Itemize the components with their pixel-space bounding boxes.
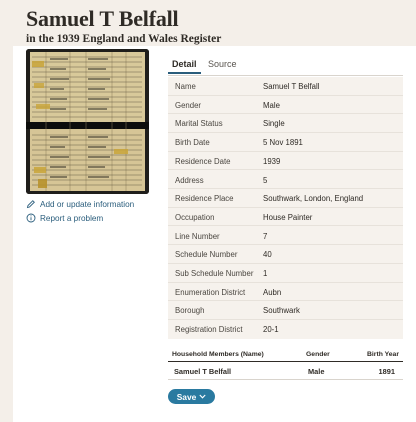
detail-row-schedule-number: Schedule Number 40 [168,245,403,264]
report-problem-link[interactable]: Report a problem [26,213,103,223]
page-subtitle: in the 1939 England and Wales Register [26,33,222,45]
detail-value: Male [263,100,280,110]
detail-row-residence-date: Residence Date 1939 [168,152,403,171]
save-button[interactable]: Save [168,389,215,404]
household-header-name: Household Members (Name) [172,351,264,358]
detail-row-birth-date: Birth Date 5 Nov 1891 [168,133,403,152]
detail-row-registration-district: Registration District 20-1 [168,320,403,339]
record-image [26,49,149,194]
page-header: Samuel T Belfall in the 1939 England and… [26,6,221,45]
detail-value: 40 [263,250,272,260]
detail-label: Marital Status [175,119,223,129]
detail-row-marital-status: Marital Status Single [168,114,403,133]
detail-value: 5 [263,175,268,185]
detail-value: Single [263,119,285,129]
detail-label: Address [175,175,204,185]
add-update-information-label: Add or update information [40,199,135,209]
detail-label: Enumeration District [175,287,246,297]
detail-label: Registration District [175,325,243,335]
household-members-table: Household Members (Name) Gender Birth Ye… [168,349,403,380]
detail-label: Line Number [175,231,220,241]
detail-value: 7 [263,231,268,241]
household-member-birth-year: 1891 [378,367,395,376]
record-panel: Add or update information Report a probl… [13,46,416,422]
detail-value: Samuel T Belfall [263,82,320,91]
detail-value: 1 [263,269,268,278]
detail-value: Southwark [263,306,300,316]
record-tabs: Detail Source [168,57,403,76]
detail-row-line-number: Line Number 7 [168,227,403,246]
tab-detail[interactable]: Detail [168,59,200,74]
detail-value: Aubn [263,287,282,297]
table-row[interactable]: Samuel T Belfall Male 1891 [168,362,403,380]
detail-value: House Painter [263,212,313,222]
info-icon [26,213,36,223]
page-title: Samuel T Belfall [26,6,179,31]
detail-row-enumeration-district: Enumeration District Aubn [168,283,403,302]
detail-row-occupation: Occupation House Painter [168,208,403,227]
save-button-label: Save [176,391,197,402]
detail-table: Name Samuel T Belfall Gender Male Marita… [168,77,403,339]
record-image-thumbnail[interactable] [26,49,149,194]
detail-row-residence-place: Residence Place Southwark, London, Engla… [168,189,403,208]
detail-label: Schedule Number [175,250,238,260]
tab-source[interactable]: Source [208,59,237,69]
report-problem-label: Report a problem [40,213,104,223]
detail-label: Residence Place [175,194,234,204]
detail-row-address: Address 5 [168,171,403,190]
detail-value: 1939 [263,156,281,166]
detail-label: Occupation [175,212,215,222]
detail-row-borough: Borough Southwark [168,301,403,320]
detail-value: Southwark, London, England [263,194,364,204]
detail-row-gender: Gender Male [168,96,403,115]
detail-label: Gender [175,100,202,110]
detail-row-name: Name Samuel T Belfall [168,77,403,96]
household-member-gender: Male [308,367,325,376]
detail-label: Name [175,82,196,91]
detail-value: 5 Nov 1891 [263,138,303,148]
pencil-icon [26,199,36,209]
detail-label: Sub Schedule Number [175,269,254,278]
detail-row-sub-schedule-number: Sub Schedule Number 1 [168,264,403,283]
chevron-down-icon [199,394,206,399]
detail-label: Residence Date [175,156,231,166]
detail-label: Borough [175,306,205,316]
detail-value: 20-1 [263,325,279,335]
household-member-name: Samuel T Belfall [174,367,232,376]
detail-label: Birth Date [175,138,210,148]
household-header-birth-year: Birth Year [367,351,399,358]
household-header-gender: Gender [306,351,330,358]
household-table-header: Household Members (Name) Gender Birth Ye… [168,349,403,362]
add-update-information-link[interactable]: Add or update information [26,199,134,209]
